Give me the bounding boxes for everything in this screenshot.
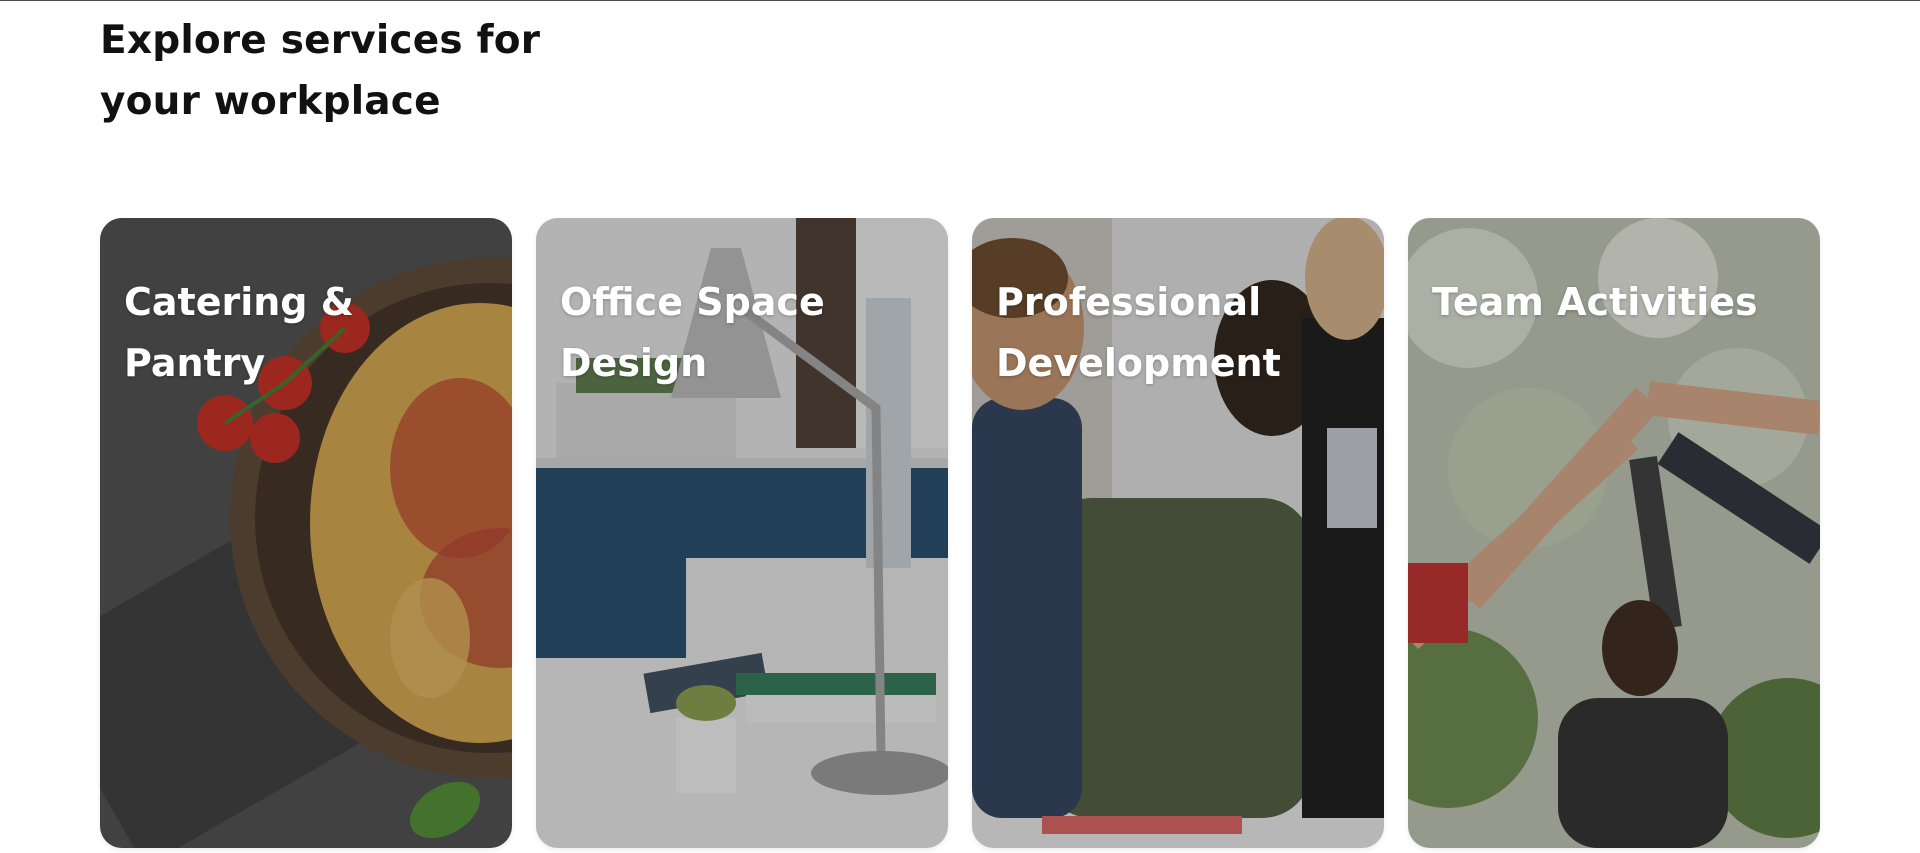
service-card-team-activities[interactable]: Team Activities: [1408, 218, 1820, 848]
services-card-grid: Catering & Pantry Office Space Design Pr…: [100, 218, 1820, 848]
card-title: Catering & Pantry: [124, 280, 354, 385]
section-title: Explore services for your workplace: [100, 18, 541, 124]
service-card-office-design[interactable]: Office Space Design: [536, 218, 948, 848]
card-title: Team Activities: [1432, 280, 1758, 324]
service-card-professional-development[interactable]: Professional Development: [972, 218, 1384, 848]
top-divider: [0, 0, 1920, 1]
card-title: Professional Development: [996, 280, 1281, 385]
service-card-catering[interactable]: Catering & Pantry: [100, 218, 512, 848]
card-title: Office Space Design: [560, 280, 825, 385]
